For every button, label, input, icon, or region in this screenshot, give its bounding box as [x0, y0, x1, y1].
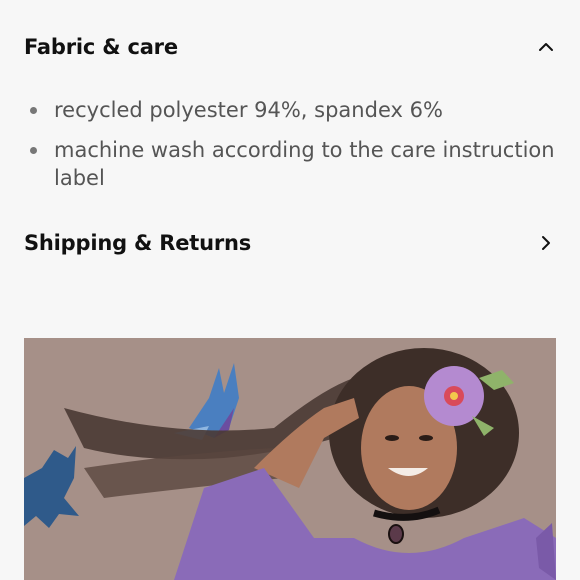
care-item-text: machine wash according to the care instr… — [54, 138, 555, 190]
list-item: machine wash according to the care instr… — [24, 136, 556, 192]
shipping-returns-header[interactable]: Shipping & Returns — [24, 228, 556, 258]
fabric-care-list: recycled polyester 94%, spandex 6% machi… — [24, 96, 556, 204]
chevron-up-icon[interactable] — [536, 37, 556, 57]
list-item: recycled polyester 94%, spandex 6% — [24, 96, 556, 124]
fabric-care-title: Fabric & care — [24, 35, 178, 59]
bullet-icon — [30, 107, 37, 114]
bullet-icon — [30, 147, 37, 154]
product-hero-image — [24, 338, 556, 580]
care-item-text: recycled polyester 94%, spandex 6% — [54, 98, 443, 122]
chevron-right-icon[interactable] — [536, 233, 556, 253]
fabric-care-header[interactable]: Fabric & care — [24, 32, 556, 62]
shipping-returns-title: Shipping & Returns — [24, 231, 252, 255]
